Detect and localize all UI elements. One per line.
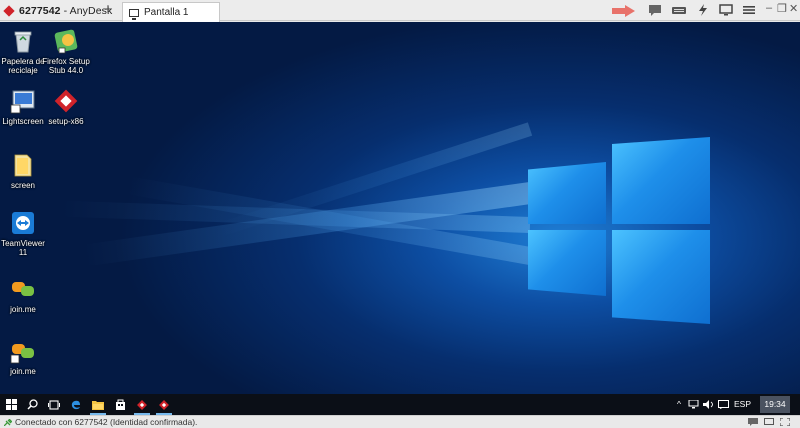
window-title: 6277542 - AnyDesk: [0, 0, 112, 21]
monitor-icon: [129, 8, 139, 20]
close-button[interactable]: ✕: [789, 2, 798, 15]
file-explorer-button[interactable]: [87, 394, 109, 415]
menu-icon[interactable]: [742, 4, 756, 16]
desktop-icon-label: setup-x86: [48, 117, 84, 126]
start-button[interactable]: [0, 394, 22, 415]
new-tab-button[interactable]: +: [102, 1, 114, 18]
task-view-button[interactable]: [43, 394, 65, 415]
logo-pane-top-left: [528, 162, 606, 224]
chat-icon[interactable]: [748, 418, 758, 426]
recycle-bin-icon: [14, 31, 32, 53]
keyboard-icon[interactable]: [672, 4, 686, 16]
fullscreen-icon[interactable]: [780, 418, 790, 426]
desktop-icon-label: join.me: [10, 367, 36, 376]
title-separator: -: [60, 4, 70, 17]
anydesk-taskbar-button[interactable]: [131, 394, 153, 415]
connection-plug-icon: [4, 419, 12, 426]
anydesk-logo-icon: [3, 4, 15, 17]
task-view-icon: [48, 399, 60, 410]
teamviewer-icon: [12, 212, 34, 234]
tab-label: Pantalla 1: [144, 7, 189, 18]
anydesk-taskbar-button-2[interactable]: [153, 394, 175, 415]
desktop-icon-label: Firefox Setup Stub 44.0: [42, 57, 90, 75]
store-icon: [115, 399, 125, 410]
desktop-icon-label: TeamViewer 11: [1, 239, 45, 257]
joinme-icon: [12, 282, 34, 296]
connection-status: Conectado con 6277542 (Identidad confirm…: [15, 417, 198, 427]
status-bar: Conectado con 6277542 (Identidad confirm…: [0, 415, 800, 428]
desktop-icon-joinme[interactable]: join.me: [0, 276, 46, 314]
anydesk-window: 6277542 - AnyDesk + Pantalla 1 – ❐ ✕ Pap…: [0, 0, 800, 428]
anydesk-setup-icon: [54, 89, 78, 113]
desktop-icon-label: screen: [10, 181, 35, 190]
logo-pane-top-right: [612, 137, 710, 224]
display-icon[interactable]: [764, 418, 774, 426]
desktop-icon-joinme-shortcut[interactable]: join.me: [0, 338, 46, 376]
search-icon: [26, 399, 38, 410]
notification-icon[interactable]: [718, 400, 729, 409]
desktop-icon-teamviewer[interactable]: TeamViewer 11: [0, 210, 46, 257]
start-icon: [5, 399, 17, 410]
desktop-icon-label: join.me: [10, 305, 36, 314]
joinme-icon: [10, 344, 34, 364]
session-id: 6277542: [19, 4, 61, 17]
folder-icon: [14, 154, 32, 177]
minimize-button[interactable]: –: [766, 2, 772, 14]
actions-icon[interactable]: [696, 4, 710, 16]
taskbar-clock[interactable]: 19:34: [760, 396, 790, 413]
remote-desktop[interactable]: Papelera de reciclaje Firefox Setup Stub…: [0, 22, 800, 394]
desktop-icon-recycle-bin[interactable]: Papelera de reciclaje: [0, 28, 46, 75]
store-button[interactable]: [109, 394, 131, 415]
arrow-pointer-icon: [612, 5, 636, 17]
desktop-icon-screen[interactable]: screen: [0, 152, 46, 190]
chat-icon[interactable]: [648, 4, 662, 16]
search-button[interactable]: [21, 394, 43, 415]
restore-button[interactable]: ❐: [777, 2, 787, 15]
anydesk-taskbar-icon: [137, 399, 147, 410]
edge-icon: [71, 400, 80, 409]
volume-icon[interactable]: [703, 400, 714, 409]
language-indicator[interactable]: ESP: [734, 399, 751, 409]
logo-pane-bottom-left: [528, 230, 606, 296]
windows-taskbar: ^ ESP 19:34: [0, 394, 800, 415]
desktop-icon-lightscreen[interactable]: Lightscreen: [0, 88, 46, 126]
tab-pantalla-1[interactable]: Pantalla 1: [122, 2, 220, 22]
desktop-icon-setup-x86[interactable]: setup-x86: [43, 88, 89, 126]
firefox-setup-icon: [54, 29, 78, 54]
display-icon[interactable]: [719, 4, 733, 16]
edge-button[interactable]: [65, 394, 87, 415]
desktop-icon-firefox-setup[interactable]: Firefox Setup Stub 44.0: [42, 28, 90, 75]
network-icon[interactable]: [688, 400, 699, 409]
logo-pane-bottom-right: [612, 230, 710, 324]
lightscreen-icon: [10, 90, 35, 114]
anydesk-taskbar-icon: [159, 399, 169, 410]
title-bar: 6277542 - AnyDesk + Pantalla 1 – ❐ ✕: [0, 0, 800, 22]
tray-chevron-button[interactable]: ^: [677, 399, 681, 409]
file-explorer-icon: [92, 400, 104, 410]
